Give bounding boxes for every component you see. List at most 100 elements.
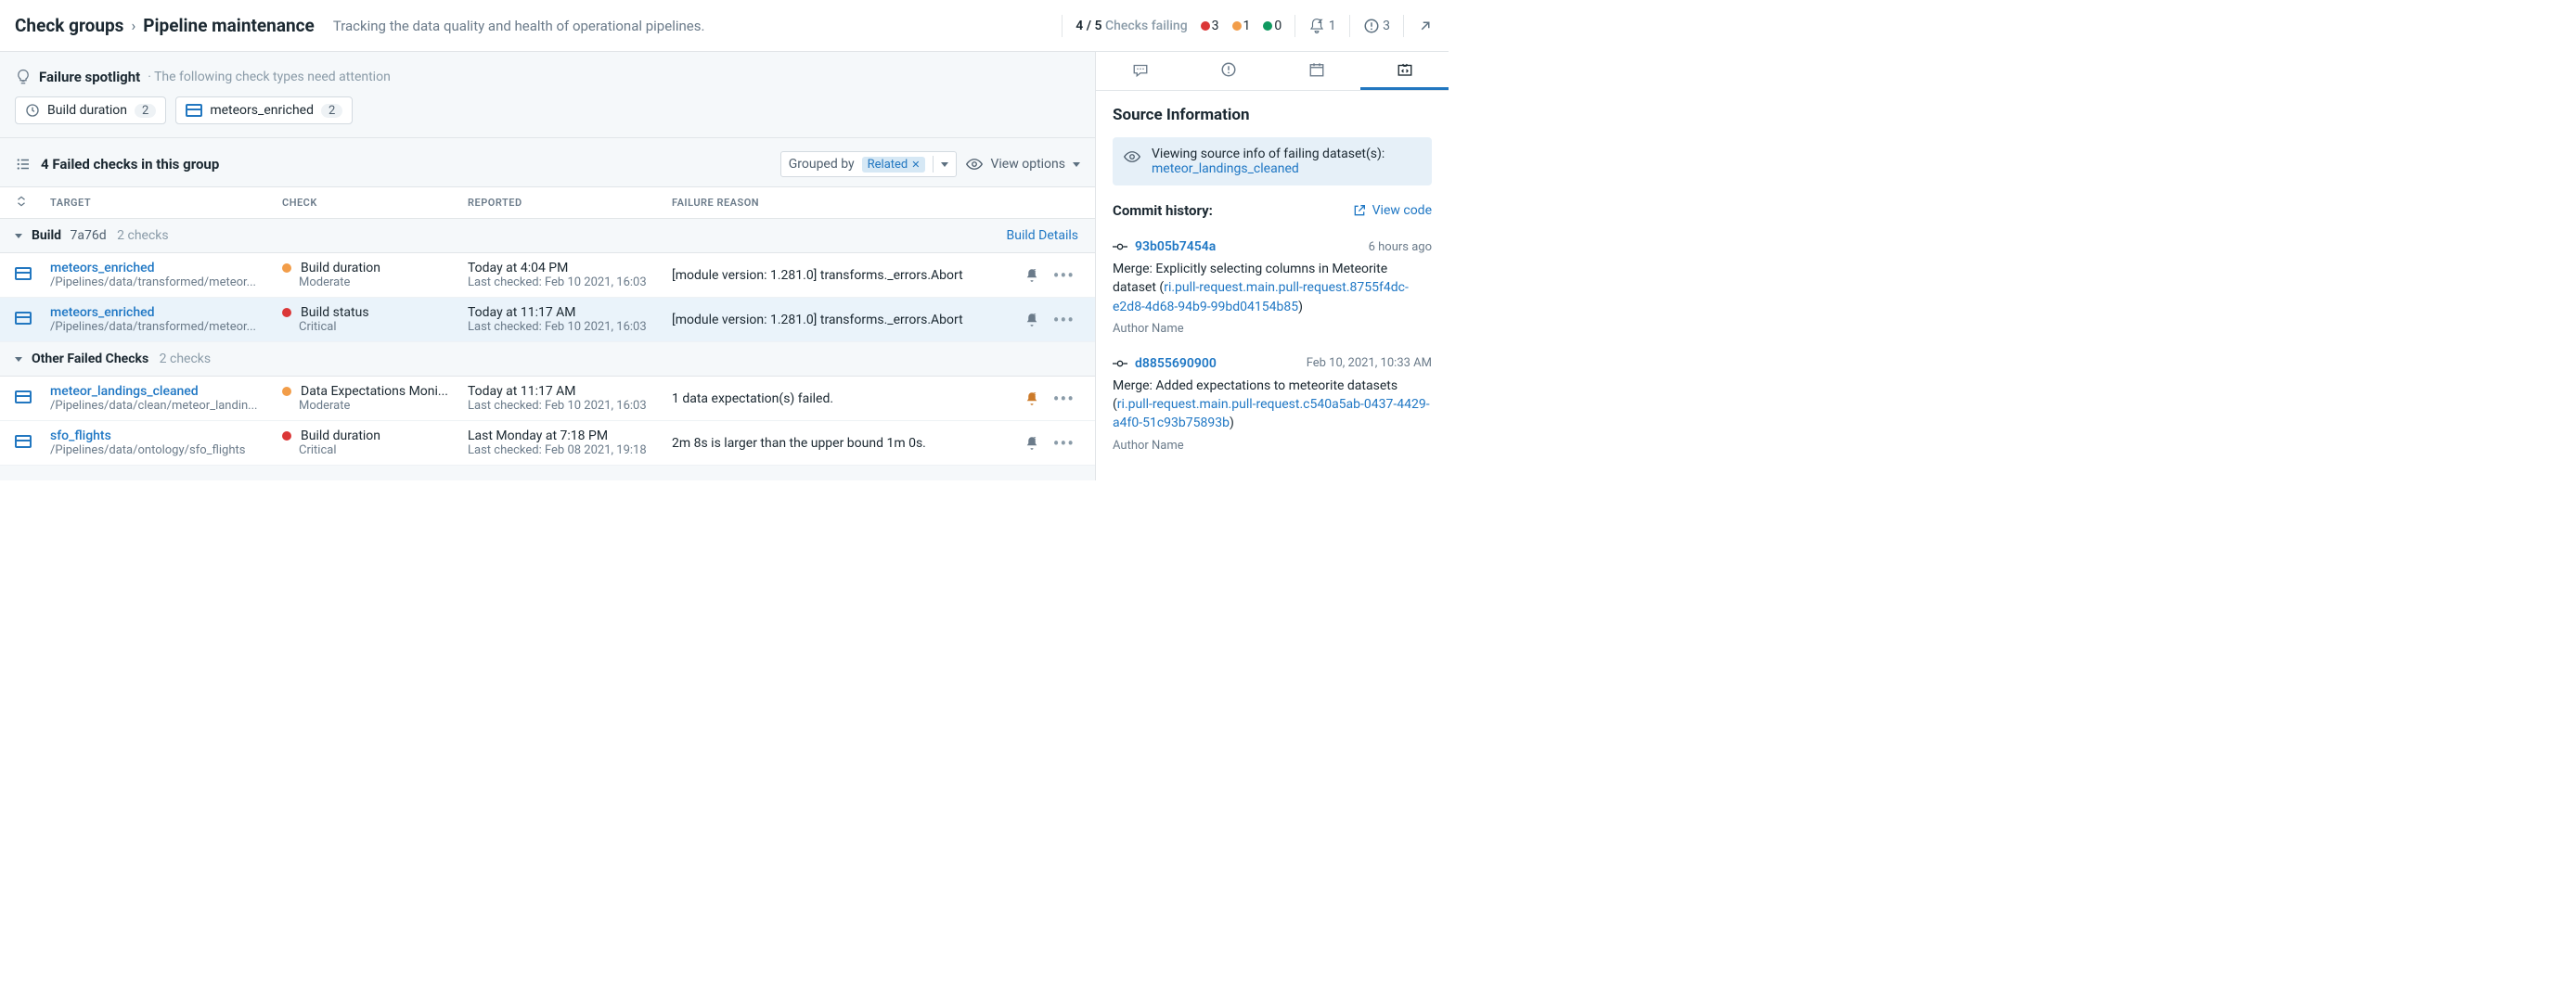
info-banner: Viewing source info of failing dataset(s… (1113, 137, 1432, 185)
comment-icon (1132, 61, 1149, 78)
dataset-icon (15, 390, 32, 403)
right-pane: Source Information Viewing source info o… (1096, 52, 1449, 480)
target-path: /Pipelines/data/clean/meteor_landin... (50, 399, 264, 413)
divider (1062, 15, 1063, 37)
calendar-icon (1308, 61, 1325, 78)
grouped-by-tag[interactable]: Related✕ (862, 157, 926, 173)
spotlight-chip[interactable]: Build duration2 (15, 96, 166, 124)
severity-label: Critical (299, 443, 449, 457)
more-actions-button[interactable]: ••• (1053, 271, 1075, 280)
commit-author: Author Name (1113, 439, 1432, 453)
banner-text: Viewing source info of failing dataset(s… (1152, 147, 1385, 161)
top-bar-stats: 4 / 5 Checks failing 3 1 0 1 3 (1062, 15, 1434, 37)
left-pane: Failure spotlight · The following check … (0, 52, 1096, 480)
tab-comments[interactable] (1096, 52, 1184, 90)
chip-count: 2 (321, 104, 342, 118)
build-details-link[interactable]: Build Details (1007, 228, 1078, 243)
group-row[interactable]: Other Failed Checks 2 checks (0, 342, 1095, 377)
tab-schedule[interactable] (1272, 52, 1360, 90)
target-name[interactable]: meteors_enriched (50, 305, 264, 320)
chevron-down-icon (941, 162, 948, 167)
spotlight-chip[interactable]: meteors_enriched 2 (175, 96, 353, 124)
severity-dot-icon (282, 387, 291, 396)
top-bar: Check groups › Pipeline maintenance Trac… (0, 0, 1449, 52)
open-external-button[interactable] (1417, 18, 1434, 34)
more-actions-button[interactable]: ••• (1053, 394, 1075, 403)
check-name: Build duration (301, 429, 380, 443)
table-row[interactable]: meteors_enriched/Pipelines/data/transfor… (0, 253, 1095, 298)
severity-dot-icon (282, 308, 291, 317)
more-actions-button[interactable]: ••• (1053, 439, 1075, 448)
commit-message: Merge: Added expectations to meteorite d… (1113, 377, 1432, 433)
list-icon (15, 156, 32, 173)
commit-hash-link[interactable]: 93b05b7454a (1135, 239, 1216, 254)
alert-circle-icon (1220, 61, 1237, 78)
reported-time: Today at 11:17 AM (468, 305, 653, 320)
target-column-header: TARGET (41, 187, 273, 219)
tab-alerts[interactable] (1184, 52, 1272, 90)
group-count: 2 checks (114, 228, 169, 243)
more-actions-button[interactable]: ••• (1053, 315, 1075, 325)
commit-item: d8855690900Feb 10, 2021, 10:33 AMMerge: … (1113, 349, 1432, 466)
chevron-down-icon (15, 234, 22, 238)
commit-rid-link[interactable]: ri.pull-request.main.pull-request.8755f4… (1113, 280, 1409, 313)
arrow-out-icon (1417, 18, 1434, 34)
main-area: Failure spotlight · The following check … (0, 52, 1449, 480)
grouped-by-label: Grouped by (789, 157, 855, 172)
bell-snooze-icon[interactable] (1024, 390, 1040, 407)
commit-hash-link[interactable]: d8855690900 (1135, 356, 1217, 371)
green-dot-icon (1263, 21, 1272, 31)
bell-snooze-icon[interactable] (1024, 312, 1040, 328)
table-row[interactable]: meteors_enriched/Pipelines/data/transfor… (0, 298, 1095, 342)
alert-stat[interactable]: 3 (1363, 18, 1390, 34)
commit-time: 6 hours ago (1369, 240, 1432, 254)
view-options-button[interactable]: View options (966, 156, 1080, 173)
close-icon[interactable]: ✕ (911, 159, 920, 171)
divider (1349, 15, 1350, 37)
breadcrumb-page: Pipeline maintenance (143, 15, 315, 36)
table-row[interactable]: sfo_flights/Pipelines/data/ontology/sfo_… (0, 421, 1095, 466)
divider (1403, 15, 1404, 37)
chip-label: meteors_enriched (210, 103, 314, 118)
alert-circle-icon (1363, 18, 1380, 34)
chevron-down-icon (15, 357, 22, 362)
dataset-icon (186, 104, 202, 117)
chevron-down-icon (1073, 162, 1080, 167)
last-checked: Last checked: Feb 10 2021, 16:03 (468, 399, 653, 413)
banner-dataset-link[interactable]: meteor_landings_cleaned (1152, 161, 1299, 176)
target-name[interactable]: meteor_landings_cleaned (50, 384, 264, 399)
collapse-column-header[interactable] (0, 187, 41, 219)
check-name: Data Expectations Moni... (301, 384, 448, 399)
bell-snooze-icon (1308, 18, 1325, 34)
table-row[interactable]: meteor_landings_cleaned/Pipelines/data/c… (0, 377, 1095, 421)
last-checked: Last checked: Feb 10 2021, 16:03 (468, 275, 653, 289)
group-row[interactable]: Build 7a76d 2 checksBuild Details (0, 219, 1095, 253)
commit-item: 93b05b7454a6 hours agoMerge: Explicitly … (1113, 232, 1432, 349)
severity-dot-icon (282, 431, 291, 441)
check-column-header: CHECK (273, 187, 458, 219)
bell-snooze-icon[interactable] (1024, 435, 1040, 452)
target-path: /Pipelines/data/transformed/meteor... (50, 275, 264, 289)
severity-dot-icon (282, 263, 291, 273)
side-tabs (1096, 52, 1449, 91)
breadcrumb-root[interactable]: Check groups (15, 15, 123, 36)
bell-snooze-icon[interactable] (1024, 267, 1040, 284)
grouped-by-select[interactable]: Grouped by Related✕ (780, 151, 958, 177)
commit-rid-link[interactable]: ri.pull-request.main.pull-request.c540a5… (1113, 397, 1430, 430)
dataset-icon (15, 312, 32, 325)
failure-reason: 1 data expectation(s) failed. (663, 377, 993, 421)
group-name: Build (32, 228, 61, 243)
target-name[interactable]: sfo_flights (50, 429, 264, 443)
clock-icon (25, 103, 40, 118)
reported-time: Today at 11:17 AM (468, 384, 653, 399)
collapse-all-icon (15, 195, 28, 208)
eye-icon (966, 156, 983, 173)
failure-reason: [module version: 1.281.0] transforms._er… (663, 253, 993, 298)
tab-source[interactable] (1360, 52, 1449, 90)
spotlight-title: Failure spotlight (39, 69, 140, 85)
group-count: 2 checks (156, 352, 211, 366)
snooze-stat[interactable]: 1 (1308, 18, 1335, 34)
view-code-link[interactable]: View code (1352, 203, 1432, 218)
target-name[interactable]: meteors_enriched (50, 261, 264, 275)
commit-icon (1113, 241, 1127, 252)
